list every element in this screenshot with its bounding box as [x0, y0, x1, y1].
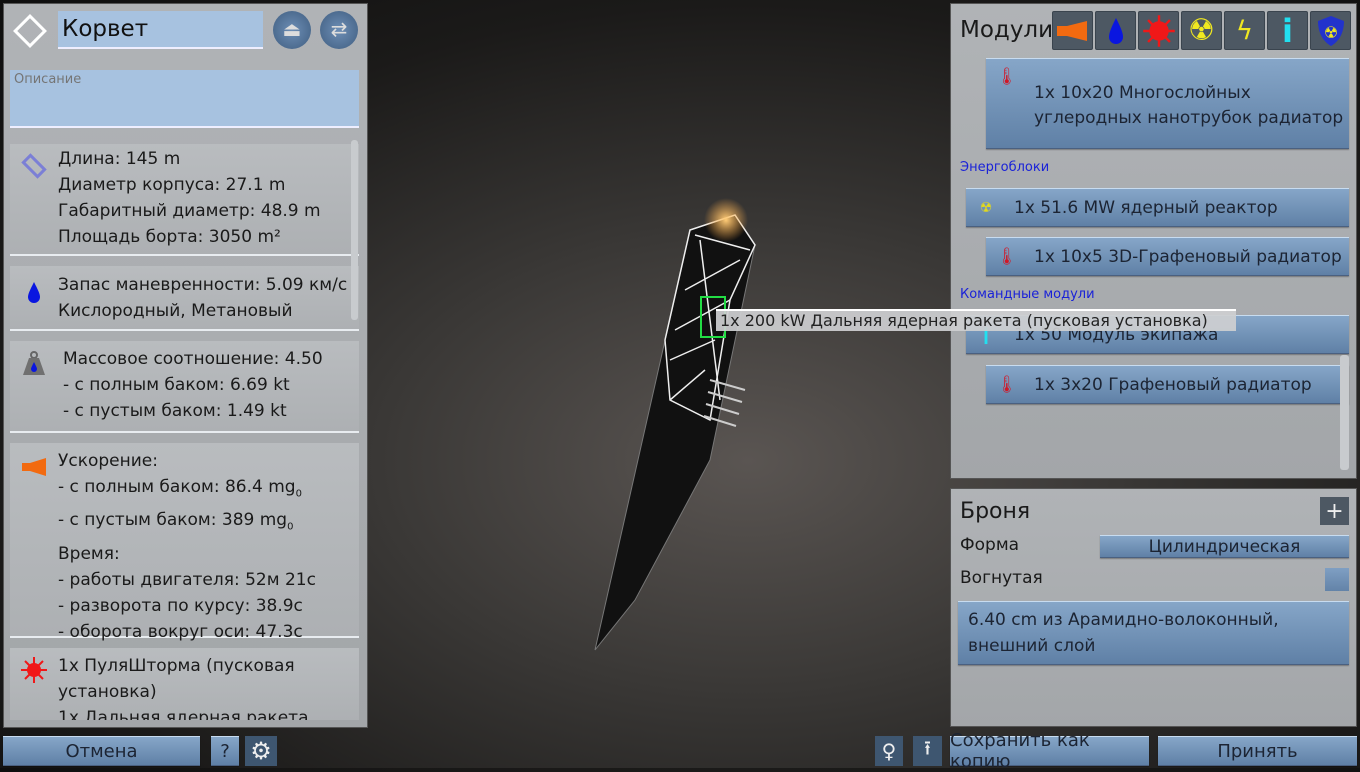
accel-label: Ускорение: [58, 451, 158, 471]
weapon-1-text: 1x ПуляШторма (пусковая установка) [58, 656, 295, 702]
delta-v-text: Запас маневренности: 5.09 км/с [58, 275, 348, 295]
burn-time-text: - работы двигателя: 52м 21с [58, 569, 316, 590]
module-tooltip: 1x 200 kW Дальняя ядерная ракета (пусков… [716, 309, 1236, 331]
swap-button[interactable]: ⇄ [320, 11, 358, 49]
upload-arrow-icon[interactable]: ⭱ [913, 736, 942, 766]
module-label: 1x 10x20 Многослойных углеродных нанотру… [1034, 83, 1344, 128]
concave-label: Вогнутая [960, 568, 1043, 588]
spin-time-text: - оборота вокруг оси: 47.3с [58, 621, 303, 642]
info-filter-icon[interactable]: i [1267, 11, 1308, 50]
propellant-text: Кислородный, Метановый [58, 301, 293, 321]
svg-text:☢: ☢ [1323, 23, 1337, 42]
engine-filter-icon[interactable] [1052, 11, 1093, 50]
mass-weight-icon [23, 351, 45, 375]
save-copy-button[interactable]: Сохранить как копию [950, 730, 1149, 772]
ruler-icon [21, 153, 47, 179]
modules-scrollbar[interactable] [1340, 355, 1349, 470]
cancel-button[interactable]: Отмена [3, 736, 200, 766]
mass-section: Массовое соотношение: 4.50 - с полным ба… [10, 341, 359, 433]
mass-ratio-text: Массовое соотношение: 4.50 [63, 349, 323, 369]
thermometer-icon: 🌡︎ [996, 246, 1018, 267]
length-text: Длина: 145 m [58, 149, 181, 169]
weapons-section: 1x ПуляШторма (пусковая установка) 1x Да… [10, 648, 359, 720]
accel-empty-text: - с пустым баком: 389 mg0 [58, 510, 294, 533]
delta-v-section: Запас маневренности: 5.09 км/с Кислородн… [10, 266, 359, 331]
thermometer-icon: 🌡︎ [996, 67, 1018, 87]
module-label: 1x 51.6 MW ядерный реактор [1014, 197, 1278, 218]
category-label: Командные модули [960, 287, 1095, 302]
module-label: 1x 3x20 Графеновый радиатор [1034, 374, 1312, 395]
module-item[interactable]: 🌡︎ 1x 10x20 Многослойных углеродных нано… [986, 58, 1349, 149]
shape-dropdown[interactable]: Цилиндрическая [1100, 535, 1349, 558]
propellant-filter-icon[interactable] [1095, 11, 1136, 50]
pin-icon[interactable]: ♀ [875, 736, 903, 766]
thermometer-icon: 🌡︎ [996, 374, 1018, 395]
armor-layer-label: 6.40 cm из Арамидно-волоконный, внешний … [968, 610, 1279, 656]
time-label: Время: [58, 543, 120, 564]
accel-full-text: - с полным баком: 86.4 mg0 [58, 477, 302, 500]
armor-layer-item[interactable]: 6.40 cm из Арамидно-волоконный, внешний … [958, 601, 1349, 665]
module-item[interactable]: 🌡︎ 1x 10x5 3D-Графеновый радиатор [986, 237, 1349, 276]
power-filter-icon[interactable]: ϟ [1224, 11, 1265, 50]
propellant-drop-icon [28, 282, 40, 303]
dimensions-section: Длина: 145 m Диаметр корпуса: 27.1 m Габ… [10, 144, 359, 256]
mass-empty-text: - с пустым баком: 1.49 kt [63, 401, 287, 421]
category-label: Энергоблоки [960, 160, 1050, 175]
weight-add-button[interactable]: ⏏ [273, 11, 311, 49]
overall-diameter-text: Габаритный диаметр: 48.9 m [58, 201, 321, 221]
ship-name-input[interactable] [58, 11, 263, 49]
turn-time-text: - разворота по курсу: 38.9с [58, 595, 303, 616]
weapon-2-text: 1x Дальняя ядерная ракета [58, 708, 309, 720]
description-input[interactable] [10, 70, 359, 128]
reactor-icon: ☢ [979, 199, 993, 216]
ship-3d-view[interactable] [370, 0, 950, 768]
concave-checkbox[interactable] [1325, 568, 1349, 591]
acceleration-section: Ускорение: - с полным баком: 86.4 mg0 - … [10, 443, 359, 642]
help-button[interactable]: ? [211, 736, 239, 766]
module-item[interactable]: 🌡︎ 1x 3x20 Графеновый радиатор [986, 365, 1349, 404]
mass-full-text: - с полным баком: 6.69 kt [63, 375, 290, 395]
armor-title: Броня [960, 499, 1031, 524]
settings-gear-icon[interactable]: ⚙ [245, 736, 277, 766]
area-text: Площадь борта: 3050 m² [58, 227, 281, 247]
add-armor-layer-button[interactable]: + [1320, 497, 1349, 525]
hull-diameter-text: Диаметр корпуса: 27.1 m [58, 175, 286, 195]
radiation-filter-icon[interactable]: ☢ [1181, 11, 1222, 50]
accept-button[interactable]: Принять [1158, 736, 1357, 766]
weapon-burst-icon [21, 657, 47, 683]
weapon-filter-icon[interactable] [1138, 11, 1179, 50]
modules-title: Модули [960, 17, 1054, 43]
module-item[interactable]: ☢ 1x 51.6 MW ядерный реактор [966, 188, 1349, 227]
shape-label: Форма [960, 535, 1020, 555]
stats-scrollbar[interactable] [351, 140, 358, 320]
module-label: 1x 10x5 3D-Графеновый радиатор [1034, 246, 1342, 267]
engine-nozzle-icon [22, 458, 46, 476]
shield-filter-icon[interactable]: ☢ [1310, 11, 1351, 50]
